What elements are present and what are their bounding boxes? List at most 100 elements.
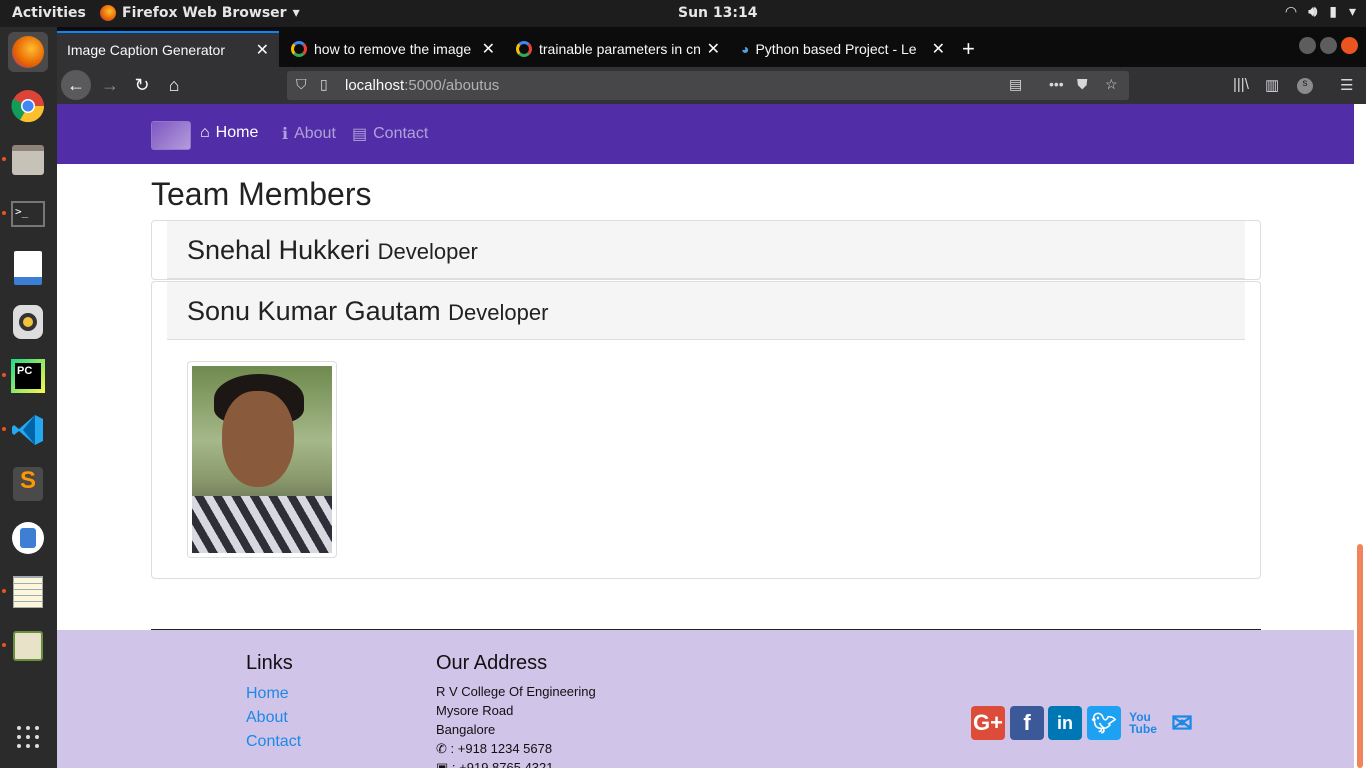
image-viewer-icon[interactable] <box>8 626 48 666</box>
footer-about-link[interactable]: About <box>246 709 288 727</box>
maximize-button[interactable] <box>1320 37 1337 54</box>
url-path: :5000/aboutus <box>404 77 500 94</box>
bookmark-star-icon[interactable]: ☆ <box>1105 76 1118 93</box>
close-icon[interactable]: ✕ <box>707 39 720 59</box>
phone-number: : +918 1234 5678 <box>450 741 553 756</box>
pocket-icon[interactable]: ⛊ <box>1077 76 1088 93</box>
page-actions-icon[interactable]: ••• <box>1049 76 1064 92</box>
nav-contact-link[interactable]: ▤ Contact <box>352 124 428 144</box>
browser-toolbar: ← → ↻ ⌂ ⛉ ▯ localhost:5000/aboutus ▤ •••… <box>57 67 1366 104</box>
system-top-bar: Activities Firefox Web Browser ▾ Sun 13:… <box>0 0 1366 27</box>
info-icon: ℹ <box>282 126 289 143</box>
text-editor-icon[interactable] <box>8 572 48 612</box>
reload-button[interactable]: ↻ <box>127 70 157 100</box>
member-name-text: Sonu Kumar Gautam <box>187 296 441 326</box>
rhythmbox-icon[interactable] <box>8 302 48 342</box>
mail-icon[interactable]: ✉ <box>1165 706 1199 740</box>
minimize-button[interactable] <box>1299 37 1316 54</box>
page-scrollbar[interactable] <box>1354 104 1366 768</box>
site-navbar: ⌂ Home ℹ About ▤ Contact <box>57 104 1354 164</box>
writer-icon[interactable] <box>8 248 48 288</box>
footer-contact-link[interactable]: Contact <box>246 733 301 751</box>
member-panel-heading[interactable]: Snehal Hukkeri Developer <box>167 221 1245 279</box>
tab-title: trainable parameters in cnn <box>539 41 701 57</box>
phone-icon: ✆ <box>436 741 447 756</box>
linkedin-icon[interactable]: in <box>1048 706 1082 740</box>
nav-about-link[interactable]: ℹ About <box>282 124 336 144</box>
tab-strip: Image Caption Generator ✕ how to remove … <box>57 27 1366 67</box>
member-panel-heading[interactable]: Sonu Kumar Gautam Developer <box>167 282 1245 340</box>
url-bar[interactable]: ⛉ ▯ localhost:5000/aboutus ▤ ••• ⛊ ☆ <box>287 71 1129 100</box>
phone-line: ✆ : +918 1234 5678 <box>436 741 552 757</box>
fax-line: ▣ : +919 8765 4321 <box>436 760 554 768</box>
page-info-icon[interactable]: ▯ <box>320 76 328 93</box>
nav-home-link[interactable]: ⌂ Home <box>200 124 258 142</box>
files-icon[interactable] <box>8 140 48 180</box>
reader-view-icon[interactable]: ▤ <box>1009 76 1022 93</box>
close-window-button[interactable] <box>1341 37 1358 54</box>
url-host: localhost <box>345 77 405 94</box>
fax-icon: ▣ <box>436 760 449 768</box>
tab-title: Python based Project - Le <box>755 41 917 57</box>
back-button[interactable]: ← <box>61 70 91 100</box>
google-icon <box>291 41 307 57</box>
app-menu-label: Firefox Web Browser <box>122 5 287 21</box>
footer-home-link[interactable]: Home <box>246 685 289 703</box>
youtube-icon[interactable]: You Tube <box>1126 706 1160 740</box>
nav-about-label: About <box>294 125 336 142</box>
fax-number: : +919 8765 4321 <box>451 760 554 768</box>
sublime-icon[interactable]: S <box>8 464 48 504</box>
forward-button[interactable]: → <box>95 70 125 100</box>
nav-contact-label: Contact <box>373 125 429 142</box>
page-title: Team Members <box>151 176 372 212</box>
tab-how-to-remove[interactable]: how to remove the image ✕ <box>281 31 505 67</box>
dock: >_ PC S <box>0 27 57 768</box>
address-line: Mysore Road <box>436 703 514 718</box>
address-card-icon: ▤ <box>352 126 368 143</box>
close-icon[interactable]: ✕ <box>256 40 269 60</box>
close-icon[interactable]: ✕ <box>482 39 495 59</box>
member-role: Developer <box>448 300 549 325</box>
sidebar-icon[interactable]: ▥ <box>1265 76 1279 94</box>
new-tab-button[interactable]: + <box>962 36 975 62</box>
member-panel: Snehal Hukkeri Developer <box>151 220 1261 280</box>
url-text[interactable]: localhost:5000/aboutus <box>345 77 499 94</box>
member-name-text: Snehal Hukkeri <box>187 235 371 265</box>
pycharm-icon[interactable]: PC <box>8 356 48 396</box>
apps-grid-icon[interactable] <box>8 717 48 757</box>
close-icon[interactable]: ✕ <box>932 39 945 59</box>
tab-trainable-parameters[interactable]: trainable parameters in cnn ✕ <box>506 31 730 67</box>
site-footer: Links Home About Contact Our Address R V… <box>57 630 1354 768</box>
home-button[interactable]: ⌂ <box>159 70 189 100</box>
chrome-icon[interactable] <box>8 86 48 126</box>
tab-image-caption-generator[interactable]: Image Caption Generator ✕ <box>57 31 279 67</box>
twitter-icon[interactable]: 🐦︎ <box>1087 706 1121 740</box>
app-menu[interactable]: Firefox Web Browser ▾ <box>100 5 300 21</box>
system-tray[interactable]: ◠ 🔊︎ ▮ ▾ <box>1286 4 1356 20</box>
site-logo[interactable] <box>151 121 191 150</box>
terminal-icon[interactable]: >_ <box>8 194 48 234</box>
google-plus-icon[interactable]: G+ <box>971 706 1005 740</box>
activities-button[interactable]: Activities <box>12 5 86 21</box>
wifi-icon: ◠ <box>1285 4 1297 20</box>
home-icon: ⌂ <box>200 124 210 141</box>
page-viewport: ⌂ Home ℹ About ▤ Contact Team Members Sn… <box>57 104 1354 768</box>
clock[interactable]: Sun 13:14 <box>678 5 757 21</box>
account-avatar[interactable]: s <box>1297 78 1313 94</box>
tab-title: Image Caption Generator <box>67 42 225 58</box>
hamburger-menu-icon[interactable]: ☰ <box>1340 76 1353 94</box>
nav-home-label: Home <box>215 124 259 141</box>
library-icon[interactable]: |||\ <box>1233 76 1249 93</box>
window-controls <box>1299 37 1358 54</box>
member-name: Sonu Kumar Gautam Developer <box>187 296 548 327</box>
android-studio-icon[interactable] <box>8 518 48 558</box>
firefox-icon[interactable] <box>8 32 48 72</box>
address-line: R V College Of Engineering <box>436 684 596 699</box>
vscode-icon[interactable] <box>8 410 48 450</box>
facebook-icon[interactable]: f <box>1010 706 1044 740</box>
member-name: Snehal Hukkeri Developer <box>187 235 478 266</box>
scrollbar-thumb[interactable] <box>1357 544 1363 768</box>
tab-python-based-project[interactable]: ◕ Python based Project - Le ✕ <box>731 31 955 67</box>
footer-address-heading: Our Address <box>436 652 548 674</box>
shield-icon[interactable]: ⛉ <box>296 76 307 93</box>
